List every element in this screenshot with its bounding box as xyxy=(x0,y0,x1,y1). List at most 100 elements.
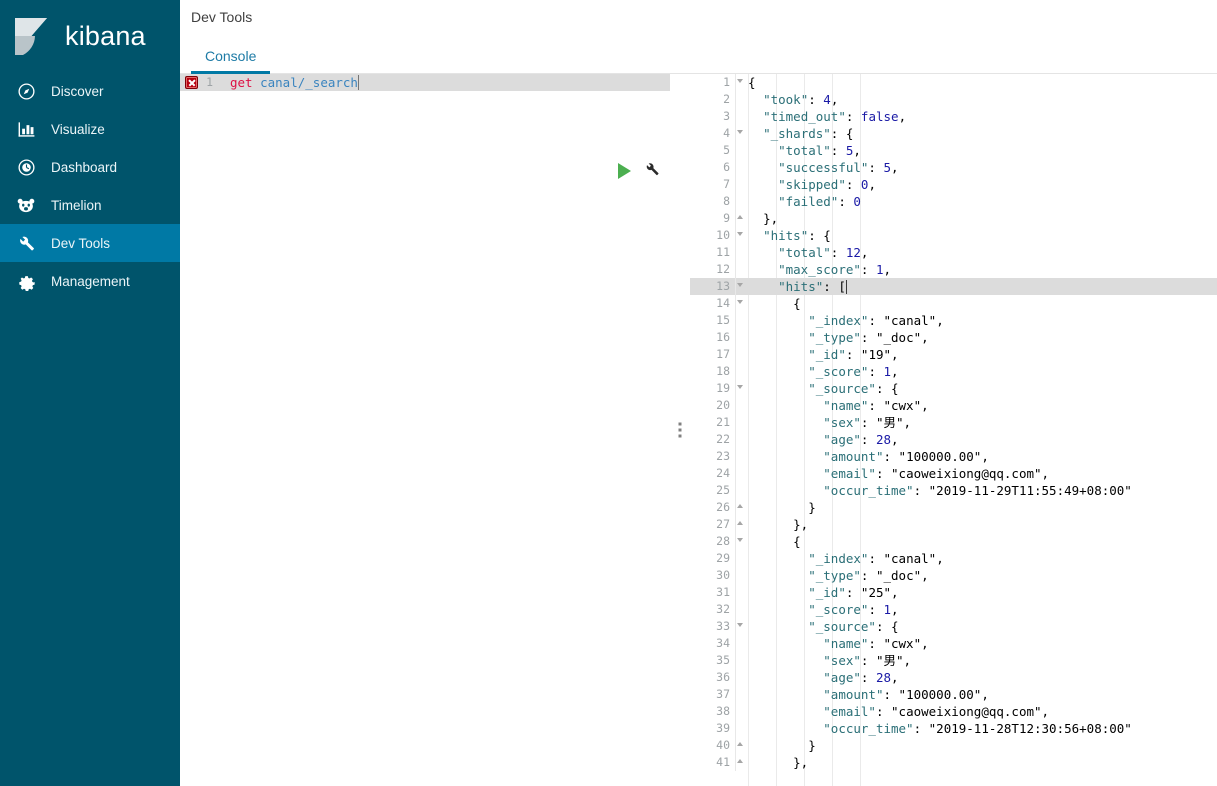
editor-line[interactable]: 17 "_id": "19", xyxy=(690,346,1217,363)
code-text: "age": 28, xyxy=(823,670,899,685)
line-number: 27 xyxy=(690,516,743,533)
editor-line[interactable]: 39 "occur_time": "2019-11-28T12:30:56+08… xyxy=(690,720,1217,737)
code-text: "_type": "_doc", xyxy=(808,330,929,345)
editor-line[interactable]: 2 "took": 4, xyxy=(690,91,1217,108)
line-number: 9 xyxy=(690,210,743,227)
play-icon[interactable] xyxy=(618,163,631,179)
editor-line[interactable]: 6 "successful": 5, xyxy=(690,159,1217,176)
editor-line[interactable]: 33 "_source": { xyxy=(690,618,1217,635)
line-number: 12 xyxy=(690,261,736,278)
line-number: 25 xyxy=(690,482,736,499)
editor-line[interactable]: 27 }, xyxy=(690,516,1217,533)
editor-line[interactable]: 19 "_source": { xyxy=(690,380,1217,397)
code-text: "_type": "_doc", xyxy=(808,568,929,583)
code-text: "email": "caoweixiong@qq.com", xyxy=(823,466,1050,481)
request-pane[interactable]: 1 get canal/_search xyxy=(180,74,670,786)
editor-line[interactable]: 26 } xyxy=(690,499,1217,516)
sidebar-item-dev-tools[interactable]: Dev Tools xyxy=(0,224,180,262)
line-number: 34 xyxy=(690,635,736,652)
editor-line[interactable]: 20 "name": "cwx", xyxy=(690,397,1217,414)
editor-line[interactable]: 22 "age": 28, xyxy=(690,431,1217,448)
request-editor[interactable]: 1 get canal/_search xyxy=(180,74,670,786)
tab-console[interactable]: Console xyxy=(191,48,271,74)
kibana-logo-icon xyxy=(11,16,52,57)
code-text: "occur_time": "2019-11-28T12:30:56+08:00… xyxy=(823,721,1132,736)
response-editor[interactable]: 1{2 "took": 4, 3 "timed_out": false, 4 "_s… xyxy=(690,74,1217,786)
wrench-icon[interactable] xyxy=(643,160,660,182)
code-text: "_id": "25", xyxy=(808,585,899,600)
editor-line[interactable]: 18 "_score": 1, xyxy=(690,363,1217,380)
sidebar-item-management[interactable]: Management xyxy=(0,262,180,300)
editor-line[interactable]: 38 "email": "caoweixiong@qq.com", xyxy=(690,703,1217,720)
code-text: "total": 12, xyxy=(778,245,869,260)
editor-line[interactable]: 24 "email": "caoweixiong@qq.com", xyxy=(690,465,1217,482)
gear-icon xyxy=(13,272,39,291)
editor-line[interactable]: 36 "age": 28, xyxy=(690,669,1217,686)
line-number: 4 xyxy=(690,125,743,142)
line-number: 39 xyxy=(690,720,736,737)
line-number: 37 xyxy=(690,686,736,703)
code-text: }, xyxy=(793,755,809,770)
line-number: 32 xyxy=(690,601,736,618)
line-number: 16 xyxy=(690,329,736,346)
editor-line[interactable]: 34 "name": "cwx", xyxy=(690,635,1217,652)
editor-line[interactable]: 28 { xyxy=(690,533,1217,550)
editor-line[interactable]: 37 "amount": "100000.00", xyxy=(690,686,1217,703)
editor-line[interactable]: 16 "_type": "_doc", xyxy=(690,329,1217,346)
editor-line[interactable]: 9 }, xyxy=(690,210,1217,227)
code-text: } xyxy=(808,738,816,753)
line-number: 30 xyxy=(690,567,736,584)
editor-line[interactable]: 25 "occur_time": "2019-11-29T11:55:49+08… xyxy=(690,482,1217,499)
editor-line[interactable]: 11 "total": 12, xyxy=(690,244,1217,261)
code-text: "_shards": { xyxy=(763,126,854,141)
line-number: 8 xyxy=(690,193,736,210)
code-text: { xyxy=(748,75,756,90)
editor-line[interactable]: 7 "skipped": 0, xyxy=(690,176,1217,193)
editor-line[interactable]: 14 { xyxy=(690,295,1217,312)
brand-logo[interactable]: kibana xyxy=(0,0,180,72)
line-number: 6 xyxy=(690,159,736,176)
editor-line[interactable]: 32 "_score": 1, xyxy=(690,601,1217,618)
editor-line[interactable]: 40 } xyxy=(690,737,1217,754)
page-title: Dev Tools xyxy=(191,9,253,25)
console-split: 1 get canal/_search 1 {2 "took": 4, 3 "… xyxy=(180,74,1217,786)
editor-line[interactable]: 1 get canal/_search xyxy=(180,74,670,91)
clock-circle-icon xyxy=(13,158,39,177)
line-number: 26 xyxy=(690,499,743,516)
editor-line[interactable]: 3 "timed_out": false, xyxy=(690,108,1217,125)
editor-line[interactable]: 8 "failed": 0 xyxy=(690,193,1217,210)
code-text: "amount": "100000.00", xyxy=(823,449,989,464)
line-number: 38 xyxy=(690,703,736,720)
line-number: 5 xyxy=(690,142,736,159)
editor-line[interactable]: 12 "max_score": 1, xyxy=(690,261,1217,278)
editor-line[interactable]: 35 "sex": "男", xyxy=(690,652,1217,669)
pane-splitter[interactable] xyxy=(670,74,690,786)
line-number: 29 xyxy=(690,550,736,567)
editor-line[interactable]: 21 "sex": "男", xyxy=(690,414,1217,431)
drag-handle-icon[interactable] xyxy=(678,422,682,438)
editor-line[interactable]: 29 "_index": "canal", xyxy=(690,550,1217,567)
editor-line[interactable]: 31 "_id": "25", xyxy=(690,584,1217,601)
sidebar-item-timelion[interactable]: Timelion xyxy=(0,186,180,224)
sidebar-item-visualize[interactable]: Visualize xyxy=(0,110,180,148)
line-number: 10 xyxy=(690,227,743,244)
compass-icon xyxy=(13,82,39,101)
code-text: "age": 28, xyxy=(823,432,899,447)
code-text: { xyxy=(793,534,801,549)
editor-line[interactable]: 10 "hits": { xyxy=(690,227,1217,244)
line-number: 15 xyxy=(690,312,736,329)
editor-line[interactable]: 15 "_index": "canal", xyxy=(690,312,1217,329)
response-pane[interactable]: 1{2 "took": 4, 3 "timed_out": false, 4 "_s… xyxy=(690,74,1217,786)
editor-line[interactable]: 23 "amount": "100000.00", xyxy=(690,448,1217,465)
sidebar-item-label: Management xyxy=(51,273,130,289)
editor-line[interactable]: 41 }, xyxy=(690,754,1217,771)
editor-line[interactable]: 5 "total": 5, xyxy=(690,142,1217,159)
request-actions xyxy=(618,160,660,182)
editor-line[interactable]: 4 "_shards": { xyxy=(690,125,1217,142)
sidebar-item-dashboard[interactable]: Dashboard xyxy=(0,148,180,186)
code-text: "sex": "男", xyxy=(823,415,912,430)
editor-line[interactable]: 30 "_type": "_doc", xyxy=(690,567,1217,584)
editor-line[interactable]: 13 "hits": [ xyxy=(690,278,1217,295)
sidebar-item-discover[interactable]: Discover xyxy=(0,72,180,110)
editor-line[interactable]: 1{ xyxy=(690,74,1217,91)
